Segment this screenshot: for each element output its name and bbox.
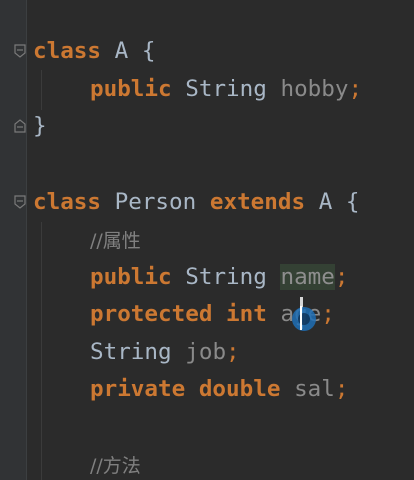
fold-icon[interactable] <box>14 195 26 209</box>
type-token: String <box>90 339 172 365</box>
class-name-token: Person <box>114 189 197 215</box>
semicolon-token: ; <box>348 76 363 102</box>
code-line[interactable]: //方法 <box>90 449 141 480</box>
code-line[interactable]: //属性 <box>90 224 141 256</box>
semicolon-token: ; <box>334 376 349 402</box>
indent-guide <box>41 70 42 110</box>
field-token: job <box>185 339 227 365</box>
semicolon-token: ; <box>334 264 349 290</box>
keyword-token: class <box>33 189 102 215</box>
parent-class-token: A <box>318 189 333 215</box>
code-line[interactable]: class A { <box>33 35 155 67</box>
code-line[interactable]: public String name; <box>90 261 349 293</box>
class-name-token: A <box>114 38 129 64</box>
type-token: int <box>226 301 267 327</box>
fold-icon[interactable] <box>14 119 26 133</box>
code-line[interactable]: String job; <box>90 336 240 368</box>
editor-gutter <box>0 0 26 480</box>
extends-keyword-token: extends <box>209 189 306 215</box>
modifier-token: public <box>90 264 172 290</box>
code-line[interactable]: public String hobby; <box>90 73 362 105</box>
modifier-token: public <box>90 76 172 102</box>
field-token: sal <box>294 376 335 402</box>
modifier-token: protected <box>90 301 213 327</box>
field-token: hobby <box>280 76 349 102</box>
comment-token: //方法 <box>90 455 141 477</box>
code-line[interactable]: } <box>33 110 47 142</box>
type-token: double <box>198 376 281 402</box>
code-line[interactable]: private double sal; <box>90 373 348 405</box>
brace-token: { <box>345 189 360 215</box>
indent-guide <box>41 222 42 480</box>
type-token: String <box>185 264 267 290</box>
fold-icon[interactable] <box>14 44 26 58</box>
text-cursor-icon <box>290 302 320 334</box>
comment-token: //属性 <box>90 230 141 252</box>
keyword-token: class <box>33 38 102 64</box>
code-editor[interactable]: class A { public String hobby; } class P… <box>0 0 414 480</box>
code-line[interactable]: class Person extends A { <box>33 186 360 218</box>
modifier-token: private <box>90 376 186 402</box>
type-token: String <box>185 76 267 102</box>
highlighted-field-token: name <box>280 264 335 290</box>
brace-token: } <box>33 113 47 139</box>
brace-token: { <box>141 38 156 64</box>
gutter-separator <box>26 0 27 480</box>
semicolon-token: ; <box>226 339 240 365</box>
semicolon-token: ; <box>321 301 335 327</box>
